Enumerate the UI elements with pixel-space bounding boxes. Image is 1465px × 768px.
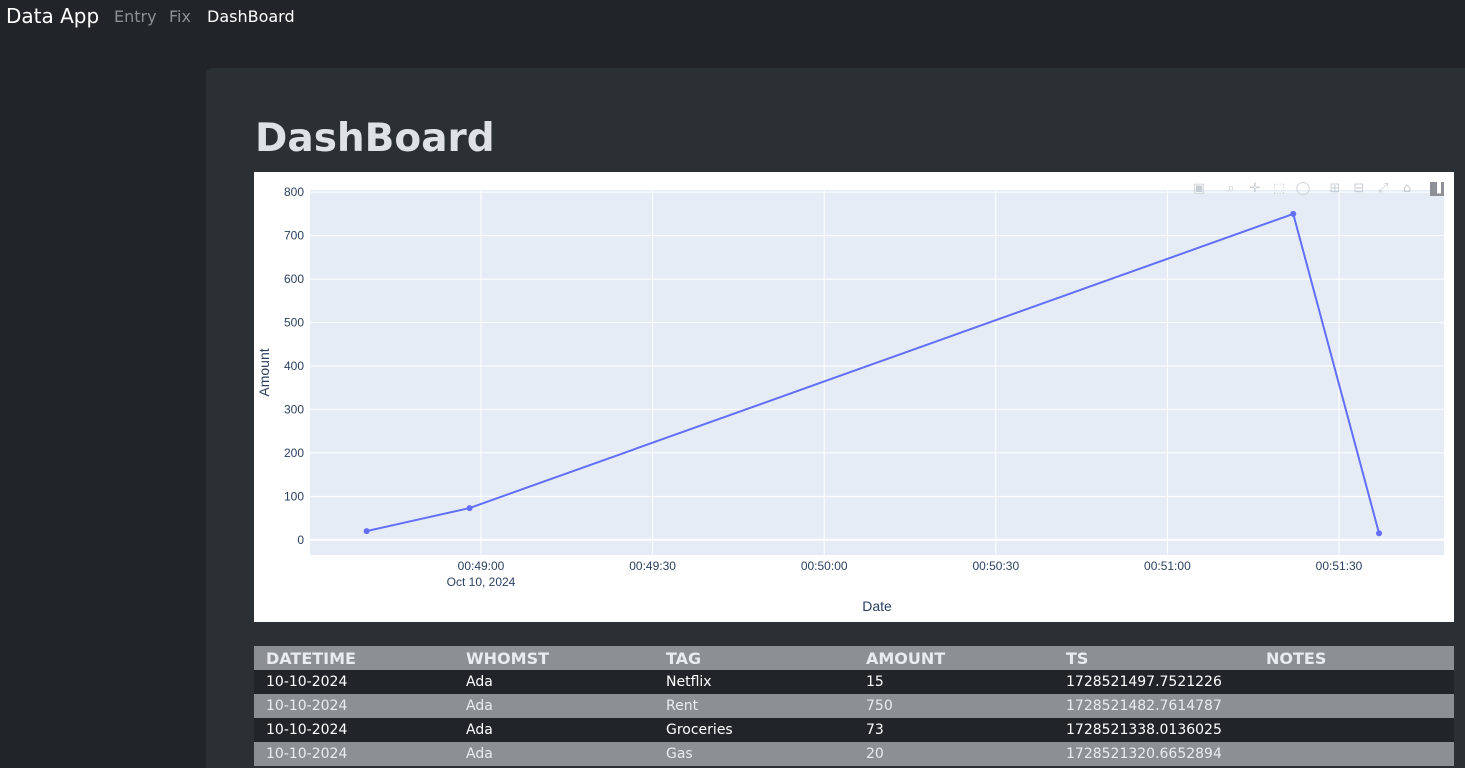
table-row: 10-10-2024 Ada Groceries 73 1728521338.01360… xyxy=(254,718,1454,742)
table-cell-whomst: Ada xyxy=(466,746,493,762)
data-point[interactable] xyxy=(363,528,370,535)
y-tick-label: 500 xyxy=(284,316,304,330)
plot-area[interactable] xyxy=(310,190,1444,555)
y-tick-label: 800 xyxy=(284,185,304,199)
y-tick-label: 200 xyxy=(284,446,304,460)
data-point[interactable] xyxy=(1376,530,1383,537)
table-cell-amount: 750 xyxy=(866,698,893,714)
x-tick-sublabel: Oct 10, 2024 xyxy=(447,575,516,589)
y-tick-label: 400 xyxy=(284,359,304,373)
column-header-whomst[interactable]: WHOMST xyxy=(466,649,549,668)
lasso-icon[interactable]: ◯ xyxy=(1294,180,1312,198)
camera-icon[interactable]: ▣ xyxy=(1190,180,1208,198)
main-content: DashBoard 0 100 200 300 400 500 600 700 800 00:49… xyxy=(206,68,1465,768)
column-header-amount[interactable]: AMOUNT xyxy=(866,649,945,668)
table-cell-amount: 20 xyxy=(866,746,884,762)
table-cell-datetime: 10-10-2024 xyxy=(266,698,348,714)
navbar: Data App Entry Fix DashBoard xyxy=(0,0,1465,34)
table-row: 10-10-2024 Ada Rent 750 1728521482.7614787 xyxy=(254,694,1454,718)
nav-link-dashboard[interactable]: DashBoard xyxy=(207,7,295,26)
table-body: 10-10-2024 Ada Netflix 15 1728521497.7521226… xyxy=(254,670,1454,766)
line-chart[interactable]: 0 100 200 300 400 500 600 700 800 00:49:00 00:49:3… xyxy=(254,172,1454,622)
nav-link-fix[interactable]: Fix xyxy=(169,7,191,26)
table-cell-ts: 1728521482.7614787 xyxy=(1066,698,1222,714)
table-row: 10-10-2024 Ada Netflix 15 1728521497.7521226 xyxy=(254,670,1454,694)
page-title: DashBoard xyxy=(255,116,495,161)
x-tick-label: 00:50:00 xyxy=(801,559,848,573)
table-cell-ts: 1728521338.0136025 xyxy=(1066,722,1222,738)
nav-link-entry[interactable]: Entry xyxy=(114,7,157,26)
y-axis-title: Amount xyxy=(256,348,272,396)
table-cell-whomst: Ada xyxy=(466,674,493,690)
column-header-notes[interactable]: NOTES xyxy=(1266,649,1326,668)
x-tick-label: 00:51:30 xyxy=(1316,559,1363,573)
zoom-in-icon[interactable]: ⊞ xyxy=(1326,180,1344,198)
table-cell-amount: 73 xyxy=(866,722,884,738)
data-point[interactable] xyxy=(466,505,473,512)
y-tick-label: 600 xyxy=(284,272,304,286)
autoscale-icon[interactable]: ⤢ xyxy=(1374,180,1392,198)
reset-axes-icon[interactable]: ⌂ xyxy=(1398,180,1416,198)
x-tick-label: 00:50:30 xyxy=(972,559,1019,573)
data-table: DATETIME WHOMST TAG AMOUNT TS NOTES 10-10-202… xyxy=(254,646,1454,766)
y-tick-label: 700 xyxy=(284,229,304,243)
y-tick-label: 100 xyxy=(284,489,304,503)
zoom-icon[interactable]: ⌕ xyxy=(1222,180,1240,198)
chart-container[interactable]: 0 100 200 300 400 500 600 700 800 00:49:00 00:49:3… xyxy=(254,172,1454,622)
x-tick-label: 00:49:30 xyxy=(629,559,676,573)
table-cell-datetime: 10-10-2024 xyxy=(266,722,348,738)
table-cell-whomst: Ada xyxy=(466,722,493,738)
table-cell-amount: 15 xyxy=(866,674,884,690)
table-cell-ts: 1728521497.7521226 xyxy=(1066,674,1222,690)
table-cell-whomst: Ada xyxy=(466,698,493,714)
column-header-datetime[interactable]: DATETIME xyxy=(266,649,356,668)
table-cell-tag: Netflix xyxy=(666,674,712,690)
column-header-ts[interactable]: TS xyxy=(1066,649,1088,668)
box-select-icon[interactable]: ⬚ xyxy=(1270,180,1288,198)
x-tick-label: 00:51:00 xyxy=(1144,559,1191,573)
x-tick-label: 00:49:00 xyxy=(458,559,505,573)
y-tick-label: 0 xyxy=(297,533,304,547)
pan-icon[interactable]: ✛ xyxy=(1246,180,1264,198)
x-axis-title: Date xyxy=(862,598,892,614)
column-header-tag[interactable]: TAG xyxy=(666,649,701,668)
table-row: 10-10-2024 Ada Gas 20 1728521320.6652894 xyxy=(254,742,1454,766)
table-cell-tag: Groceries xyxy=(666,722,733,738)
zoom-out-icon[interactable]: ⊟ xyxy=(1350,180,1368,198)
table-cell-ts: 1728521320.6652894 xyxy=(1066,746,1222,762)
table-cell-datetime: 10-10-2024 xyxy=(266,746,348,762)
table-cell-datetime: 10-10-2024 xyxy=(266,674,348,690)
data-point[interactable] xyxy=(1290,210,1297,217)
table-header: DATETIME WHOMST TAG AMOUNT TS NOTES xyxy=(254,646,1454,670)
y-tick-label: 300 xyxy=(284,402,304,416)
table-cell-tag: Gas xyxy=(666,746,693,762)
plotly-logo-icon[interactable]: ▐ xyxy=(1430,182,1444,196)
brand-logo[interactable]: Data App xyxy=(6,4,99,28)
table-cell-tag: Rent xyxy=(666,698,699,714)
